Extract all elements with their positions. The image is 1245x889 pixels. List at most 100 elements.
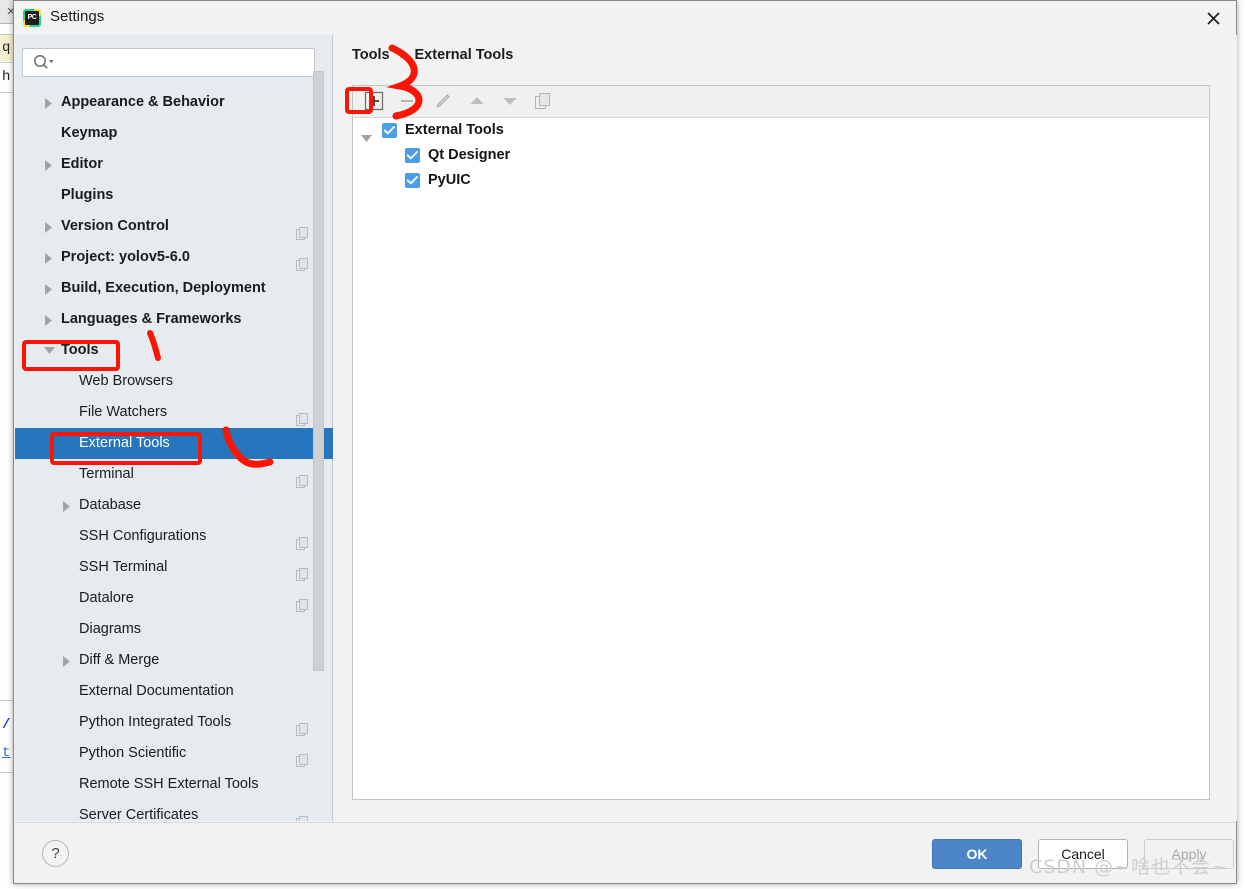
copy-settings-icon[interactable]	[296, 747, 309, 767]
copy-settings-icon[interactable]	[296, 220, 309, 240]
chevron-right-icon[interactable]	[41, 304, 57, 335]
sidebar-item-ssh-terminal[interactable]: SSH Terminal	[15, 552, 333, 583]
sidebar-item-appearance-behavior[interactable]: Appearance & Behavior	[15, 87, 333, 118]
sidebar-item-version-control[interactable]: Version Control	[15, 211, 333, 242]
external-tools-tree: External Tools Qt Designer PyUIC	[353, 118, 1209, 799]
sidebar-item-python-scientific[interactable]: Python Scientific	[15, 738, 333, 769]
sidebar-item-label: Python Integrated Tools	[79, 714, 232, 730]
pycharm-logo-text: PC	[25, 11, 39, 25]
sidebar-item-label: Database	[79, 497, 142, 513]
sidebar-item-label: SSH Terminal	[79, 559, 168, 575]
chevron-right-icon[interactable]	[59, 645, 75, 676]
dialog-footer: ? OK Cancel Apply CSDN @~啥也不会~	[15, 822, 1236, 883]
sidebar-item-remote-ssh-external-tools[interactable]: Remote SSH External Tools	[15, 769, 333, 800]
sidebar-item-label: Version Control	[61, 218, 169, 234]
help-button[interactable]: ?	[42, 840, 69, 867]
sidebar-item-external-documentation[interactable]: External Documentation	[15, 676, 333, 707]
sidebar-item-label: Project: yolov5-6.0	[61, 249, 190, 265]
sidebar-item-python-integrated-tools[interactable]: Python Integrated Tools	[15, 707, 333, 738]
chevron-right-icon[interactable]	[41, 149, 57, 180]
sidebar-item-label: Diff & Merge	[79, 652, 160, 668]
chevron-right-icon[interactable]	[59, 490, 75, 521]
external-tools-toolbar	[353, 86, 1209, 118]
sidebar-item-diagrams[interactable]: Diagrams	[15, 614, 333, 645]
sidebar-item-label: Tools	[61, 342, 99, 358]
copy-settings-icon[interactable]	[296, 809, 309, 821]
sidebar-item-database[interactable]: Database	[15, 490, 333, 521]
sidebar-item-plugins[interactable]: Plugins	[15, 180, 333, 211]
sidebar-item-external-tools[interactable]: External Tools	[15, 428, 333, 459]
sidebar-item-file-watchers[interactable]: File Watchers	[15, 397, 333, 428]
checkbox[interactable]	[405, 173, 420, 188]
ok-button[interactable]: OK	[932, 839, 1022, 869]
watermark: CSDN @~啥也不会~	[1028, 856, 1228, 878]
search-box	[22, 48, 315, 77]
settings-main-panel: Tools › External Tools External Tools Qt …	[334, 35, 1237, 821]
pycharm-logo-icon: PC	[23, 9, 41, 27]
sidebar-item-project-yolov5-6-0[interactable]: Project: yolov5-6.0	[15, 242, 333, 273]
copy-button	[532, 90, 556, 114]
sidebar-item-ssh-configurations[interactable]: SSH Configurations	[15, 521, 333, 552]
copy-settings-icon[interactable]	[296, 468, 309, 488]
sidebar-item-languages-frameworks[interactable]: Languages & Frameworks	[15, 304, 333, 335]
checkbox[interactable]	[382, 123, 397, 138]
sidebar-item-datalore[interactable]: Datalore	[15, 583, 333, 614]
copy-settings-icon[interactable]	[296, 716, 309, 736]
external-tools-tree-row[interactable]: Qt Designer	[353, 143, 1209, 168]
sidebar-item-label: Languages & Frameworks	[61, 311, 242, 327]
checkbox[interactable]	[405, 148, 420, 163]
settings-sidebar: Appearance & Behavior Keymap Editor Plugins…	[15, 35, 333, 821]
add-button[interactable]	[363, 90, 387, 114]
sidebar-item-label: External Tools	[79, 435, 170, 451]
settings-category-tree: Appearance & Behavior Keymap Editor Plugins…	[15, 87, 333, 821]
sidebar-item-diff-merge[interactable]: Diff & Merge	[15, 645, 333, 676]
move-up-button	[466, 90, 490, 114]
external-tools-tree-label: Qt Designer	[428, 147, 511, 163]
sidebar-item-label: SSH Configurations	[79, 528, 207, 544]
search-input[interactable]	[22, 48, 315, 77]
chevron-right-icon[interactable]	[41, 242, 57, 273]
copy-settings-icon[interactable]	[296, 251, 309, 271]
chevron-down-icon[interactable]	[41, 335, 57, 366]
sidebar-scrollbar-track[interactable]	[313, 35, 328, 769]
remove-button	[396, 90, 420, 114]
copy-settings-icon[interactable]	[296, 561, 309, 581]
copy-settings-icon[interactable]	[296, 592, 309, 612]
sidebar-item-label: Remote SSH External Tools	[79, 776, 259, 792]
sidebar-item-tools[interactable]: Tools	[15, 335, 333, 366]
breadcrumb-parent[interactable]: Tools	[352, 47, 390, 63]
chevron-right-icon[interactable]	[41, 273, 57, 304]
sidebar-scrollbar-thumb[interactable]	[313, 71, 324, 671]
sidebar-item-keymap[interactable]: Keymap	[15, 118, 333, 149]
external-tools-tree-row[interactable]: External Tools	[353, 118, 1209, 143]
sidebar-item-label: Datalore	[79, 590, 134, 606]
close-icon[interactable]	[1190, 1, 1236, 34]
sidebar-item-build-execution-deployment[interactable]: Build, Execution, Deployment	[15, 273, 333, 304]
sidebar-item-server-certificates[interactable]: Server Certificates	[15, 800, 333, 821]
sidebar-item-web-browsers[interactable]: Web Browsers	[15, 366, 333, 397]
sidebar-item-terminal[interactable]: Terminal	[15, 459, 333, 490]
edit-button	[433, 90, 457, 114]
sidebar-item-editor[interactable]: Editor	[15, 149, 333, 180]
copy-settings-icon[interactable]	[296, 406, 309, 426]
chevron-right-icon[interactable]	[41, 211, 57, 242]
sidebar-item-label: Keymap	[61, 125, 118, 141]
external-tools-tree-label: External Tools	[405, 122, 504, 138]
chevron-right-icon[interactable]	[41, 87, 57, 118]
sidebar-item-label: Server Certificates	[79, 807, 199, 821]
sidebar-item-label: Build, Execution, Deployment	[61, 280, 266, 296]
copy-settings-icon[interactable]	[296, 530, 309, 550]
breadcrumb: Tools › External Tools	[352, 47, 513, 63]
external-tools-tree-row[interactable]: PyUIC	[353, 168, 1209, 193]
